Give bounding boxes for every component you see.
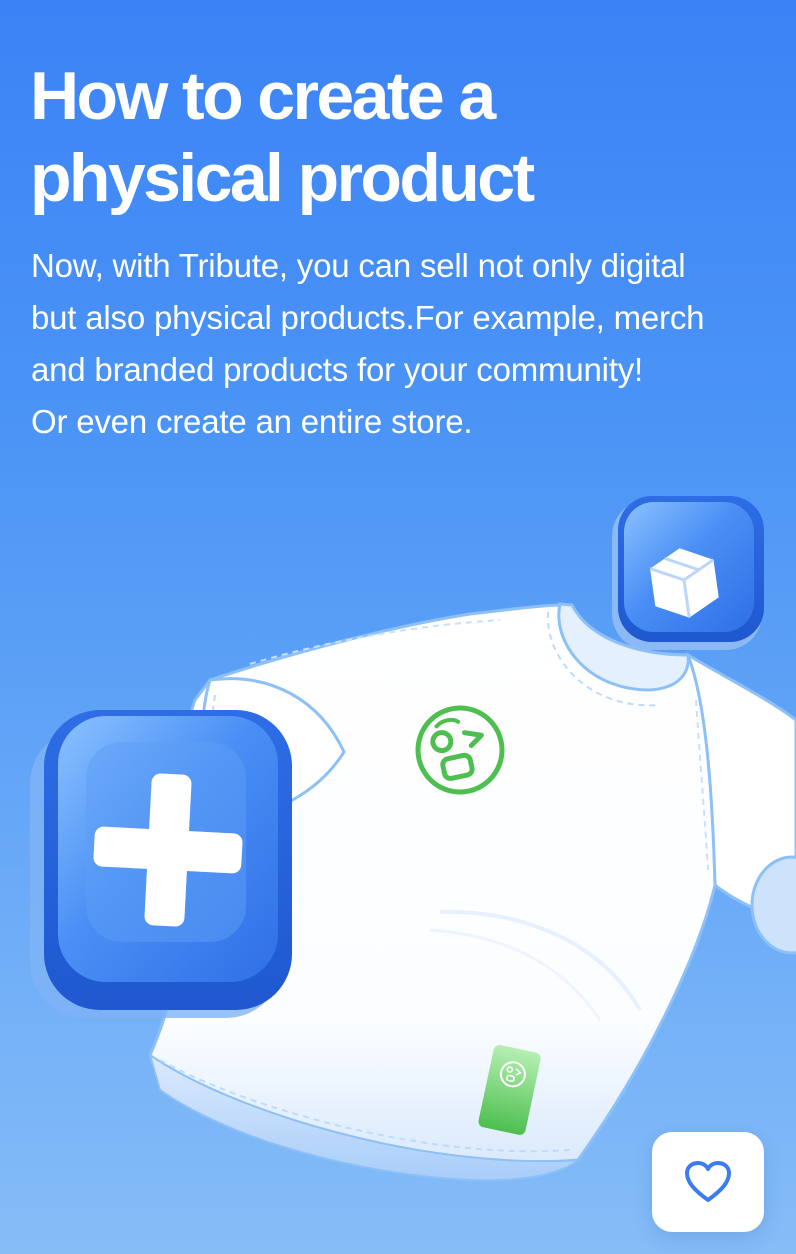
plus-badge — [30, 710, 292, 1018]
description-text: Now, with Tribute, you can sell not only… — [31, 240, 771, 448]
onboarding-screen: How to create a physical product Now, wi… — [0, 0, 796, 1254]
heart-icon — [685, 1161, 731, 1202]
description-line-2: but also physical products.For example, … — [31, 299, 705, 336]
description-line-4: Or even create an entire store. — [31, 403, 473, 440]
description-line-1: Now, with Tribute, you can sell not only… — [31, 247, 686, 284]
title-line-2: physical product — [30, 140, 535, 216]
box-badge — [612, 496, 764, 650]
page-title: How to create a physical product — [30, 55, 770, 219]
title-line-1: How to create a — [30, 58, 496, 134]
description-line-3: and branded products for your community! — [31, 351, 643, 388]
like-button[interactable] — [652, 1132, 764, 1232]
